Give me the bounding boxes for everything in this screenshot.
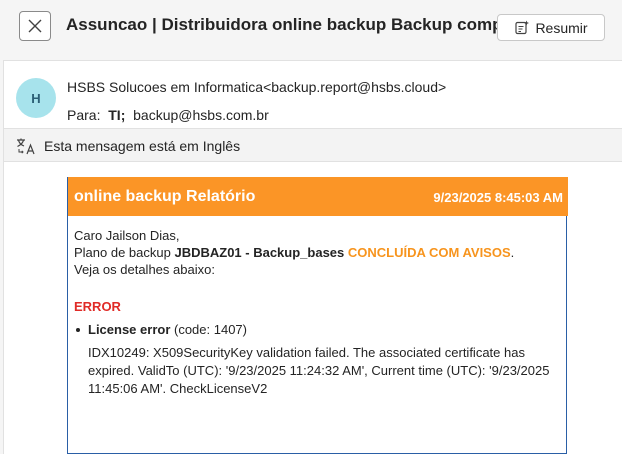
language-info-bar: Esta mensagem está em Inglês [4, 128, 622, 162]
backup-report-card: online backup Relatório 9/23/2025 8:45:0… [67, 177, 568, 454]
plan-suffix: . [510, 245, 515, 260]
plan-line: Plano de backup JBDBAZ01 - Backup_bases … [74, 244, 560, 261]
language-notice[interactable]: Esta mensagem está em Inglês [44, 138, 240, 154]
report-title: online backup Relatório [74, 188, 256, 205]
summarize-button[interactable]: Resumir [497, 14, 605, 41]
avatar[interactable]: H [16, 78, 56, 118]
plan-name: JBDBAZ01 - Backup_bases [174, 245, 345, 260]
recipient-name[interactable]: TI; [108, 107, 125, 123]
translate-icon [17, 138, 35, 155]
report-header: online backup Relatório 9/23/2025 8:45:0… [68, 177, 568, 216]
plan-prefix: Plano de backup [74, 245, 175, 260]
details-line: Veja os detalhes abaixo: [74, 262, 215, 277]
top-bar: Assuncao | Distribuidora online backup B… [0, 0, 622, 52]
recipients-line: Para: TI; backup@hsbs.com.br [67, 107, 269, 123]
error-detail: IDX10249: X509SecurityKey validation fai… [88, 345, 550, 396]
bullet-icon [76, 328, 80, 332]
report-body: Caro Jailson Dias, Plano de backup JBDBA… [74, 227, 560, 398]
recipient-email[interactable]: backup@hsbs.com.br [133, 107, 269, 123]
error-heading: ERROR [74, 299, 121, 314]
summarize-sparkle-icon [515, 20, 530, 35]
report-datetime: 9/23/2025 8:45:03 AM [433, 190, 563, 205]
to-label: Para: [67, 107, 101, 123]
close-icon [28, 19, 42, 33]
close-button[interactable] [19, 11, 51, 41]
error-list-item: License error (code: 1407) [74, 321, 560, 338]
message-reading-pane: H HSBS Solucoes em Informatica<backup.re… [3, 60, 622, 454]
sender-address[interactable]: HSBS Solucoes em Informatica<backup.repo… [67, 79, 446, 95]
greeting: Caro Jailson Dias, [74, 228, 180, 243]
error-title: License error [88, 322, 171, 337]
status-badge: CONCLUÍDA COM AVISOS [347, 245, 511, 260]
email-subject: Assuncao | Distribuidora online backup B… [66, 15, 543, 34]
error-code: (code: 1407) [174, 322, 247, 337]
summarize-label: Resumir [535, 19, 588, 36]
avatar-initial: H [31, 90, 41, 106]
